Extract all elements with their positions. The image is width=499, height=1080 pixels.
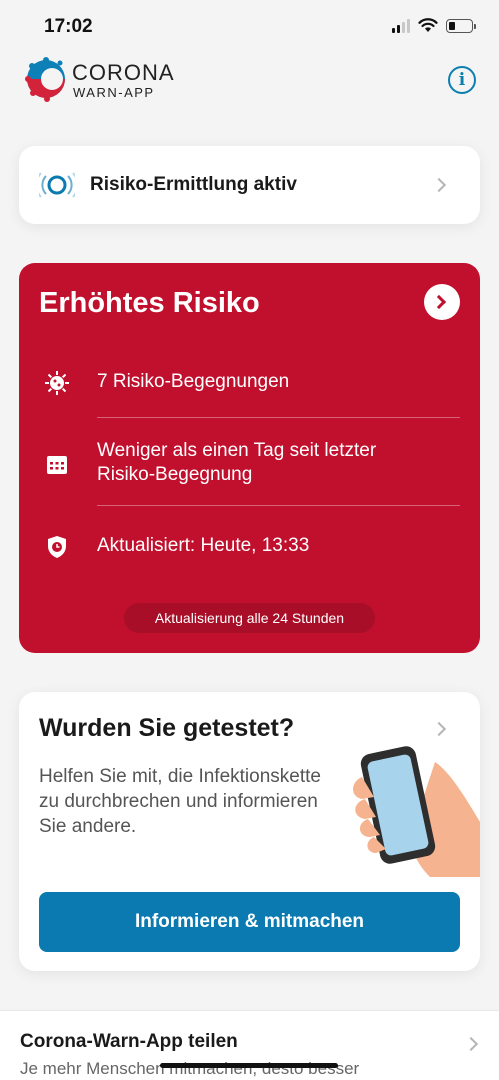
divider — [97, 417, 460, 418]
app-header: CORONA WARN-APP i — [24, 54, 476, 114]
risk-details-button[interactable] — [424, 284, 460, 320]
status-icons — [392, 18, 476, 33]
shield-clock-icon — [48, 536, 66, 558]
share-subtitle: Je mehr Menschen mitmachen, desto besser — [20, 1059, 360, 1078]
tracing-status-label: Risiko-Ermittlung aktiv — [90, 174, 297, 195]
status-bar: 17:02 — [0, 0, 499, 52]
risk-last-encounter-text: Weniger als einen Tag seit letzter Risik… — [97, 440, 377, 485]
divider — [97, 505, 460, 506]
test-card-title: Wurden Sie getestet? — [39, 714, 295, 742]
risk-encounters-text: 7 Risiko-Begegnungen — [97, 371, 290, 392]
brand-subtitle: WARN-APP — [73, 85, 155, 100]
inform-and-participate-button[interactable]: Informieren & mitmachen — [39, 892, 460, 952]
tracing-status-card[interactable]: Risiko-Ermittlung aktiv — [19, 146, 480, 224]
chevron-right-icon — [431, 177, 447, 193]
update-interval-badge: Aktualisierung alle 24 Stunden — [124, 603, 375, 633]
share-title: Corona-Warn-App teilen — [20, 1031, 238, 1052]
chevron-right-icon — [463, 1036, 479, 1052]
status-time: 17:02 — [44, 16, 93, 37]
share-app-section[interactable]: Corona-Warn-App teilen Je mehr Menschen … — [0, 1010, 499, 1080]
brand-title: CORONA — [72, 60, 175, 85]
test-card-body: Helfen Sie mit, die Infektionskette zu d… — [39, 766, 321, 837]
chevron-right-icon — [431, 721, 447, 737]
home-indicator[interactable] — [160, 1063, 338, 1068]
info-icon: i — [458, 70, 466, 90]
battery-level — [449, 21, 456, 30]
risk-title: Erhöhtes Risiko — [39, 287, 260, 319]
wifi-icon — [418, 18, 438, 32]
risk-row-updated: Aktualisiert: Heute, 13:33 — [39, 533, 460, 561]
battery-icon — [446, 18, 476, 33]
virus-icon — [45, 371, 69, 395]
corona-warn-app-logo — [25, 57, 65, 102]
chevron-right-icon — [431, 294, 447, 310]
tracing-active-icon — [39, 172, 75, 198]
risk-row-encounters: 7 Risiko-Begegnungen — [39, 369, 460, 397]
signal-icon — [392, 18, 410, 33]
risk-updated-text: Aktualisiert: Heute, 13:33 — [97, 535, 310, 556]
hand-holding-phone-illustration — [353, 746, 480, 877]
risk-row-last-encounter: Weniger als einen Tag seit letzter Risik… — [39, 439, 460, 489]
calendar-icon — [47, 456, 67, 474]
risk-status-card[interactable]: Erhöhtes Risiko 7 Risiko-Begegnungen Wen… — [19, 263, 480, 653]
info-button[interactable]: i — [448, 66, 476, 94]
test-result-card[interactable]: Wurden Sie getestet? Helfen Sie mit, die… — [19, 692, 480, 971]
